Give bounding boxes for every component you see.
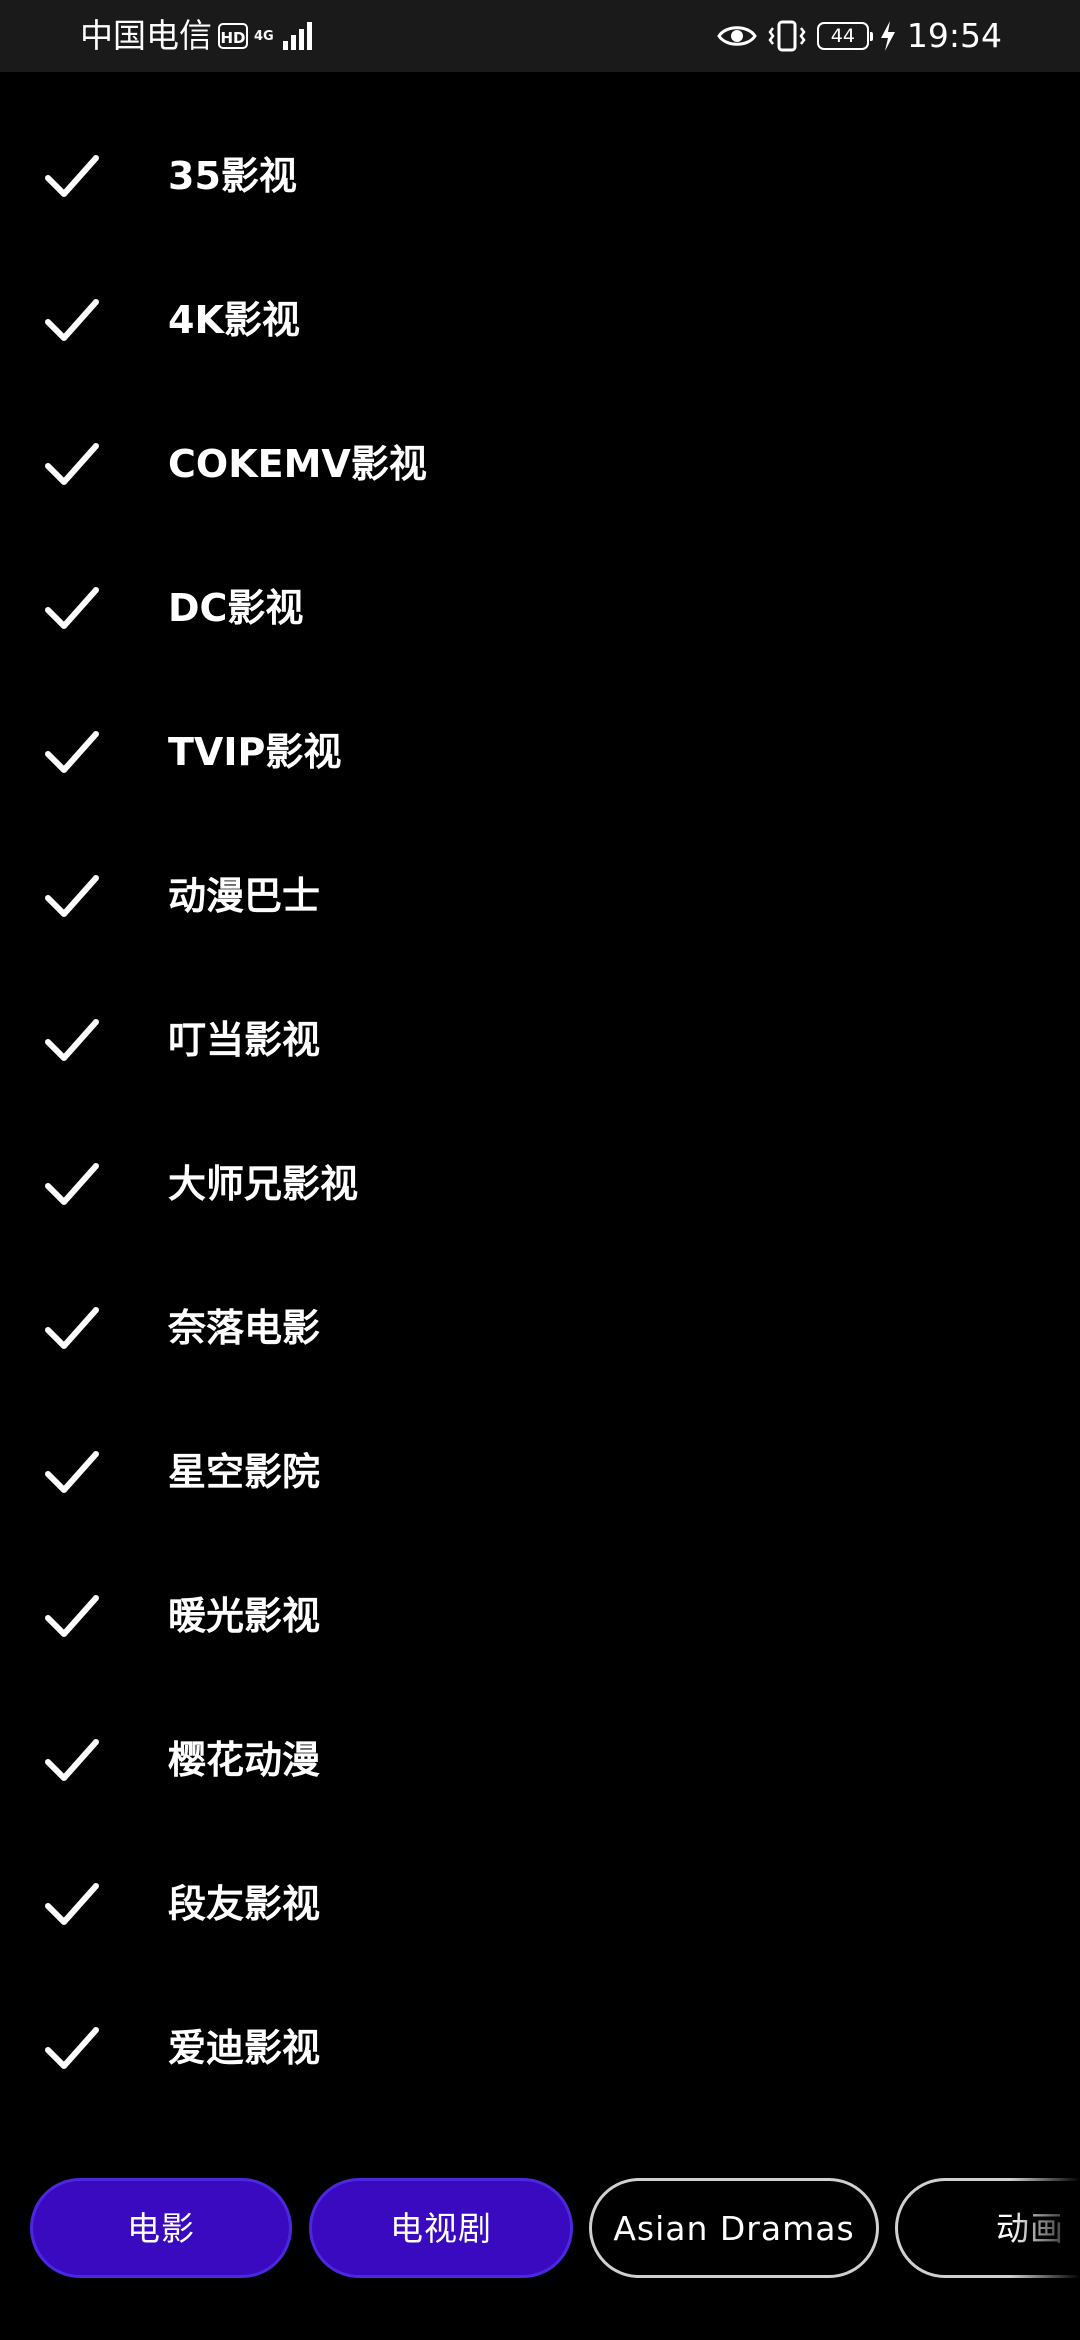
source-list-item[interactable]: COKEMV影视 xyxy=(0,392,1080,536)
check-icon xyxy=(45,1883,99,1925)
source-label: 星空影院 xyxy=(168,1450,321,1494)
source-list-item[interactable]: 星空影院 xyxy=(0,1400,1080,1544)
source-label: 爱迪影视 xyxy=(168,2026,321,2070)
vibrate-icon xyxy=(768,20,806,52)
source-list-item[interactable]: 35影视 xyxy=(0,104,1080,248)
source-list-item[interactable]: 段友影视 xyxy=(0,1832,1080,1976)
check-icon xyxy=(45,299,99,341)
check-icon xyxy=(45,587,99,629)
source-label: 樱花动漫 xyxy=(168,1738,321,1782)
check-icon xyxy=(45,1307,99,1349)
network-indicators: HD 4G xyxy=(218,19,316,53)
source-list-item[interactable]: 叮当影视 xyxy=(0,968,1080,1112)
source-list-item[interactable]: 4K影视 xyxy=(0,248,1080,392)
signal-icon xyxy=(283,22,312,50)
source-label: 奈落电影 xyxy=(168,1306,321,1350)
charging-icon xyxy=(880,21,895,51)
source-list-item[interactable]: 暖光影视 xyxy=(0,1544,1080,1688)
check-icon xyxy=(45,1451,99,1493)
battery-indicator: 44 xyxy=(816,22,873,50)
status-right: 44 19:54 xyxy=(717,14,1002,58)
source-label: 4K影视 xyxy=(168,298,300,342)
status-bar: 中国电信 HD 4G 44 19:54 xyxy=(0,0,1080,72)
tabs-fade-edge xyxy=(1010,2160,1080,2300)
check-icon xyxy=(45,1163,99,1205)
check-icon xyxy=(45,875,99,917)
source-list-item[interactable]: 樱花动漫 xyxy=(0,1688,1080,1832)
check-icon xyxy=(45,1019,99,1061)
tab-asian-dramas[interactable]: Asian Dramas xyxy=(589,2178,879,2278)
source-list-item[interactable]: 爱迪影视 xyxy=(0,1976,1080,2120)
source-list-item[interactable]: 动漫巴士 xyxy=(0,824,1080,968)
source-label: 35影视 xyxy=(168,154,297,198)
tab-label: 电视剧 xyxy=(390,2209,492,2248)
source-list-item[interactable]: DC影视 xyxy=(0,536,1080,680)
check-icon xyxy=(45,2027,99,2069)
source-list-item[interactable]: 大师兄影视 xyxy=(0,1112,1080,1256)
source-label: 叮当影视 xyxy=(168,1018,321,1062)
category-tabs: 电影电视剧Asian Dramas动画 xyxy=(0,2178,1080,2278)
check-icon xyxy=(45,1595,99,1637)
tab-movies[interactable]: 电影 xyxy=(30,2178,292,2278)
source-selection-sheet: 35影视 4K影视 COKEMV影视 DC影视 TVIP影视 动漫巴士叮当影视大师兄影视奈… xyxy=(0,72,1080,2340)
check-icon xyxy=(45,155,99,197)
source-label: DC影视 xyxy=(168,586,304,630)
carrier-name: 中国电信 xyxy=(80,16,212,55)
source-label: TVIP影视 xyxy=(168,730,342,774)
eye-icon xyxy=(717,26,757,46)
network-type: 4G xyxy=(254,28,274,44)
tab-label: 电影 xyxy=(127,2209,195,2248)
check-icon xyxy=(45,731,99,773)
check-icon xyxy=(45,443,99,485)
source-label: 段友影视 xyxy=(168,1882,321,1926)
source-list-item[interactable]: 奈落电影 xyxy=(0,1256,1080,1400)
source-label: 暖光影视 xyxy=(168,1594,321,1638)
check-icon xyxy=(45,1739,99,1781)
tab-tv-series[interactable]: 电视剧 xyxy=(309,2178,573,2278)
hd-badge: HD xyxy=(218,23,248,49)
tab-label: Asian Dramas xyxy=(613,2209,855,2248)
source-label: COKEMV影视 xyxy=(168,442,427,486)
source-label: 大师兄影视 xyxy=(168,1162,359,1206)
source-list-item[interactable]: TVIP影视 xyxy=(0,680,1080,824)
clock: 19:54 xyxy=(906,16,1002,55)
source-label: 动漫巴士 xyxy=(168,874,321,918)
